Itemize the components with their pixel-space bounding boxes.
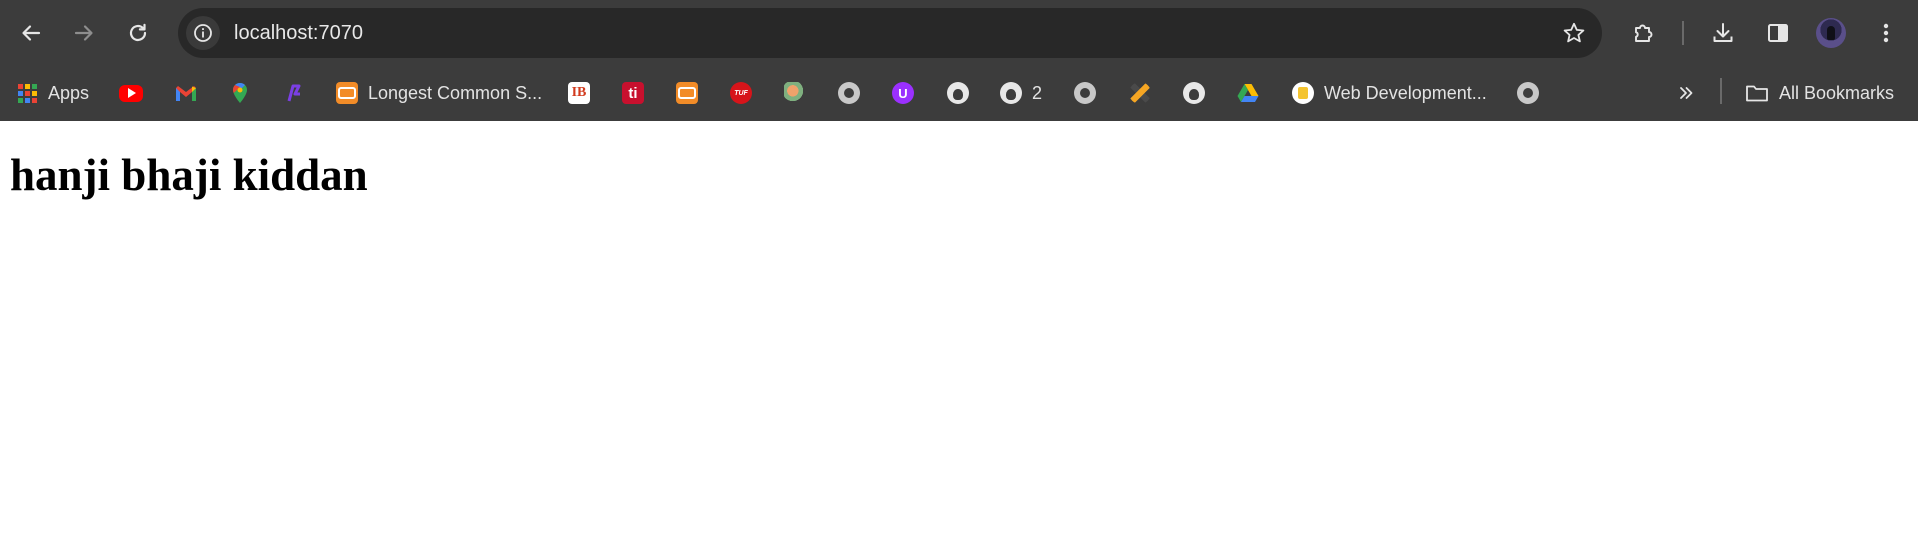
github-icon — [1000, 82, 1022, 104]
bookmark-orange-code[interactable] — [676, 76, 698, 110]
bookmark-label: Web Development... — [1324, 82, 1487, 103]
side-panel-icon — [1768, 24, 1788, 42]
web-dev-icon — [1292, 82, 1314, 104]
side-panel-button[interactable] — [1758, 13, 1798, 53]
reload-icon — [129, 23, 147, 42]
back-arrow-icon — [22, 25, 41, 41]
all-bookmarks-button[interactable]: All Bookmarks — [1745, 76, 1894, 110]
globe-icon — [838, 82, 860, 104]
bookmark-label: Apps — [48, 82, 90, 103]
ti-icon: ti — [622, 82, 644, 104]
bookmark-github[interactable] — [1183, 76, 1205, 110]
profile-avatar[interactable] — [1816, 18, 1846, 48]
forward-arrow-icon — [74, 25, 93, 41]
bookmark-purple-logo[interactable] — [283, 76, 305, 110]
chevron-double-right-icon — [1680, 87, 1693, 99]
toolbar-divider — [1682, 21, 1684, 45]
forward-button[interactable] — [64, 13, 104, 53]
site-info-icon — [194, 24, 212, 42]
bookmark-github[interactable] — [947, 76, 969, 110]
bookmark-u-logo[interactable]: U — [892, 76, 914, 110]
address-bar[interactable]: localhost:7070 — [178, 8, 1602, 58]
back-button[interactable] — [11, 13, 51, 53]
bookmark-star-icon — [1563, 22, 1585, 43]
u-logo-icon: U — [892, 82, 914, 104]
bookmark-tuf[interactable]: TUF — [730, 76, 752, 110]
balloon-icon — [784, 82, 806, 104]
menu-button[interactable] — [1866, 13, 1906, 53]
gmail-icon — [175, 82, 197, 104]
bookmarks-divider — [1720, 78, 1722, 104]
bookmark-globe[interactable] — [838, 76, 860, 110]
bookmark-ti[interactable]: ti — [622, 76, 644, 110]
google-maps-icon — [229, 82, 251, 104]
bookmarks-overflow-button[interactable] — [1678, 76, 1694, 110]
reload-button[interactable] — [118, 13, 158, 53]
all-bookmarks-label: All Bookmarks — [1779, 82, 1895, 103]
bookmark-balloon[interactable] — [784, 76, 806, 110]
bookmark-globe[interactable] — [1517, 76, 1539, 110]
page-heading: hanji bhaji kiddan — [10, 150, 368, 200]
youtube-icon — [119, 84, 143, 102]
ib-icon: IB — [568, 82, 590, 104]
globe-icon — [1517, 82, 1539, 104]
download-icon — [1713, 23, 1733, 42]
bookmark-star-button[interactable] — [1558, 17, 1590, 49]
url-text[interactable]: localhost:7070 — [234, 22, 363, 44]
github-icon — [1183, 82, 1205, 104]
bookmark-apps[interactable]: Apps — [16, 76, 89, 110]
bookmark-longest-common[interactable]: Longest Common S... — [336, 76, 542, 110]
bookmark-sprite[interactable] — [1129, 76, 1151, 110]
bookmark-web-development[interactable]: Web Development... — [1292, 76, 1487, 110]
bookmark-globe[interactable] — [1074, 76, 1096, 110]
google-drive-icon — [1237, 82, 1259, 104]
extensions-button[interactable] — [1624, 13, 1664, 53]
downloads-button[interactable] — [1703, 13, 1743, 53]
folder-icon — [1746, 85, 1768, 102]
bookmark-ib[interactable]: IB — [568, 76, 590, 110]
bookmark-label: 2 — [1032, 82, 1043, 103]
browser-toolbar: localhost:7070 — [0, 0, 1918, 66]
orange-code-icon — [676, 82, 698, 104]
orange-code-icon — [336, 82, 358, 104]
globe-icon — [1074, 82, 1096, 104]
bookmark-github-2[interactable]: 2 — [1000, 76, 1042, 110]
bookmark-google-drive[interactable] — [1237, 76, 1259, 110]
extensions-puzzle-icon — [1635, 24, 1653, 42]
bookmark-youtube[interactable] — [119, 76, 143, 110]
bookmarks-bar: Apps Longest Common S... IB ti TUF U 2 W… — [0, 66, 1918, 121]
bookmark-label: Longest Common S... — [368, 82, 543, 103]
purple-logo-icon — [283, 82, 305, 104]
bookmark-google-maps[interactable] — [229, 76, 251, 110]
apps-grid-icon — [16, 82, 38, 104]
github-icon — [947, 82, 969, 104]
more-vertical-icon — [1883, 23, 1889, 43]
site-info-button[interactable] — [186, 16, 220, 50]
tuf-icon: TUF — [730, 82, 752, 104]
sprite-icon — [1129, 82, 1151, 104]
bookmark-gmail[interactable] — [175, 76, 197, 110]
